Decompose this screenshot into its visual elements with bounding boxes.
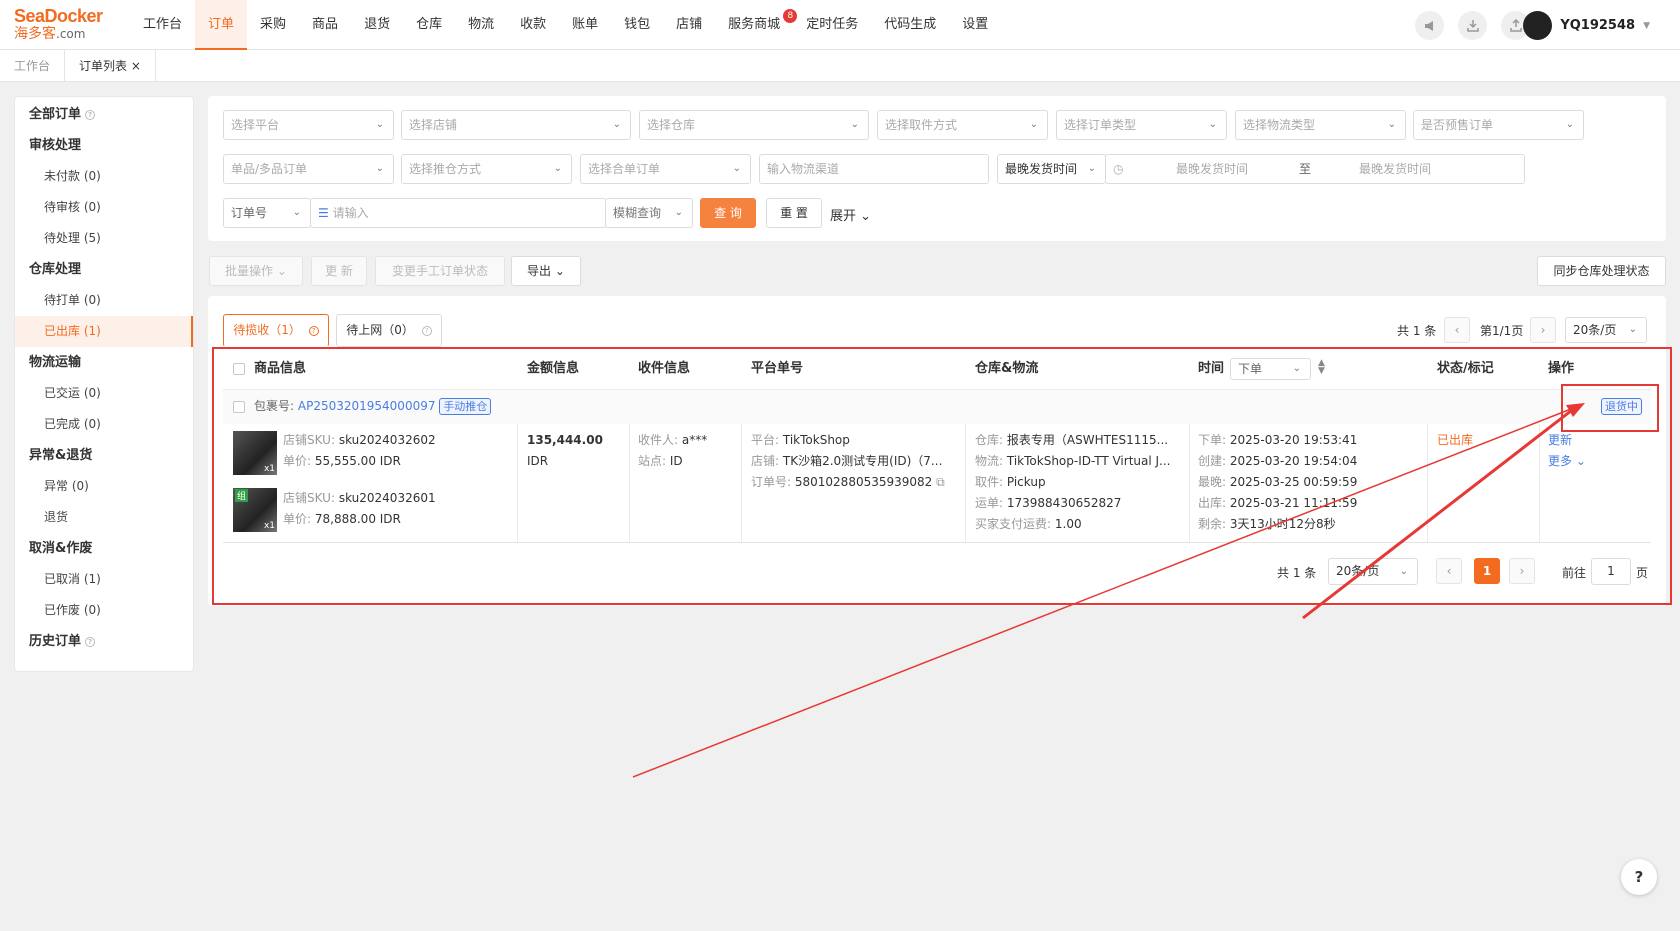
help-button[interactable]: ? — [1621, 859, 1657, 895]
annotation-arrow — [632, 403, 1585, 778]
